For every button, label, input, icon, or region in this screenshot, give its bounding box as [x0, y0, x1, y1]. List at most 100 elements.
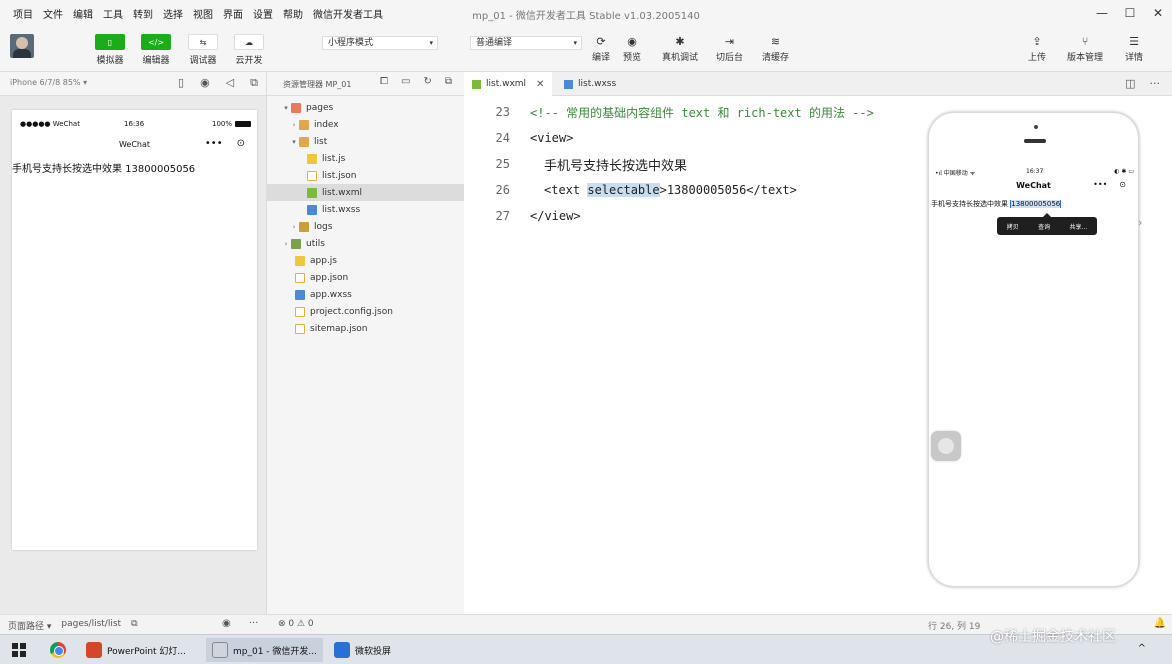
tree-item-list-json[interactable]: list.json	[267, 167, 465, 184]
close-button[interactable]: ✕	[1144, 0, 1172, 26]
menu-share[interactable]: 共享...	[1070, 222, 1088, 231]
tree-item-sitemap[interactable]: sitemap.json	[267, 320, 465, 337]
tray-expand-icon[interactable]: ^	[1138, 643, 1146, 654]
menu-lookup[interactable]: 查询	[1038, 222, 1050, 231]
tree-item-label: pages	[306, 102, 334, 113]
menu-edit[interactable]: 编辑	[68, 6, 98, 21]
page-path-label[interactable]: 页面路径 ▾	[8, 619, 51, 632]
more-icon[interactable]: •••	[1093, 180, 1107, 189]
tree-item-app-js[interactable]: app.js	[267, 252, 465, 269]
tree-item-index[interactable]: › index	[267, 116, 465, 133]
debugger-button[interactable]: ⇆ 调试器	[183, 34, 223, 66]
copy-icon[interactable]: ⧉	[131, 619, 137, 632]
tab-label: list.wxml	[486, 79, 527, 89]
background-label: 切后台	[716, 53, 744, 63]
error-count[interactable]: ⊗ 0 ⚠ 0	[278, 619, 314, 629]
menu-wechat-devtools[interactable]: 微信开发者工具	[308, 6, 388, 21]
cloud-icon: ☁	[234, 34, 264, 50]
tab-list-wxss[interactable]: list.wxss	[556, 72, 624, 96]
upload-button[interactable]: ⇪ 上传	[1028, 34, 1046, 63]
tab-list-wxml[interactable]: list.wxml ✕	[464, 72, 553, 96]
preview-content-text[interactable]: 手机号支持长按选中效果 13800005056	[931, 199, 1062, 209]
close-circle-icon[interactable]: ⊙	[1119, 180, 1126, 189]
phone-content-text[interactable]: 手机号支持长按选中效果 13800005056	[12, 160, 195, 175]
tree-item-list-wxml[interactable]: list.wxml	[267, 184, 465, 201]
preview-button[interactable]: ◉ 预览	[623, 34, 641, 63]
menu-copy[interactable]: 拷贝	[1007, 222, 1019, 231]
menu-view[interactable]: 视图	[188, 6, 218, 21]
folder-icon	[299, 136, 309, 147]
volume-icon[interactable]: ◁	[226, 76, 234, 90]
compile-select[interactable]: 普通编译 ▾	[470, 36, 582, 50]
minimize-button[interactable]: —	[1088, 0, 1116, 26]
eye-icon[interactable]: ◉	[222, 618, 231, 629]
editor-button[interactable]: </> 编辑器	[136, 34, 176, 66]
refresh-icon[interactable]: ↻	[423, 76, 431, 87]
chrome-icon[interactable]	[50, 642, 66, 658]
mode-select[interactable]: 小程序模式 ▾	[322, 36, 438, 50]
tree-item-list-js[interactable]: list.js	[267, 150, 465, 167]
maximize-button[interactable]: ☐	[1116, 0, 1144, 26]
compile-button[interactable]: ⟳ 编译	[592, 34, 610, 63]
menu-settings[interactable]: 设置	[248, 6, 278, 21]
taskbar-app-label: mp_01 - 微信开发...	[233, 646, 317, 657]
popout-icon[interactable]: ⧉	[250, 76, 258, 90]
tree-item-list[interactable]: ▾ list	[267, 133, 465, 150]
real-debug-button[interactable]: ✱ 真机调试	[662, 34, 698, 63]
chevron-down-icon: ▾	[573, 39, 577, 47]
line-number: 23	[495, 105, 510, 119]
tree-item-label: list.wxss	[322, 204, 361, 215]
menu-file[interactable]: 文件	[38, 6, 68, 21]
taskbar-app-powerpoint[interactable]: PowerPoint 幻灯...	[80, 638, 192, 662]
device-select[interactable]: iPhone 6/7/8 85% ▾	[10, 78, 87, 87]
simulator-screen[interactable]: ●●●●● WeChat 16:36 100% WeChat ••• ⊙ 手机号…	[12, 110, 257, 550]
menu-select[interactable]: 选择	[158, 6, 188, 21]
menu-project[interactable]: 项目	[8, 6, 38, 21]
split-editor-icon[interactable]: ◫	[1125, 77, 1135, 90]
close-icon[interactable]: ✕	[536, 79, 544, 90]
background-button[interactable]: ⇥ 切后台	[716, 34, 743, 63]
cloud-button[interactable]: ☁ 云开发	[229, 34, 269, 66]
record-icon[interactable]: ◉	[200, 76, 210, 90]
explorer-header: 资源管理器 MP_01 ⧠ ▭ ↻ ⧉	[266, 72, 464, 96]
tree-item-logs[interactable]: › logs	[267, 218, 465, 235]
toolbar: ▯ 模拟器 </> 编辑器 ⇆ 调试器 ☁ 云开发 小程序模式 ▾ 普通编译 ▾…	[0, 26, 1172, 72]
new-folder-icon[interactable]: ▭	[401, 76, 410, 87]
tree-item-app-wxss[interactable]: app.wxss	[267, 286, 465, 303]
bell-icon[interactable]: 🔔	[1154, 618, 1166, 629]
taskbar-app-screencast[interactable]: 微软投屏	[328, 638, 397, 662]
page-path-value: pages/list/list	[61, 619, 122, 629]
more-icon[interactable]: ···	[249, 618, 259, 629]
assistive-touch-button[interactable]	[931, 431, 961, 461]
menu-help[interactable]: 帮助	[278, 6, 308, 21]
preview-selected-number[interactable]: 13800005056	[1010, 200, 1062, 208]
upload-label: 上传	[1028, 53, 1047, 63]
tree-item-label: list	[314, 136, 328, 147]
chevron-right-icon[interactable]: ›	[1138, 216, 1142, 229]
tree-item-pages[interactable]: ▾ pages	[267, 99, 465, 116]
close-circle-icon[interactable]: ⊙	[237, 138, 245, 149]
tree-item-app-json[interactable]: app.json	[267, 269, 465, 286]
avatar[interactable]	[10, 34, 34, 58]
cursor-position[interactable]: 行 26, 列 19	[928, 619, 980, 632]
tree-item-list-wxss[interactable]: list.wxss	[267, 201, 465, 218]
windows-start-icon[interactable]	[12, 643, 26, 657]
simulator-button[interactable]: ▯ 模拟器	[90, 34, 130, 66]
line-number: 24	[495, 131, 510, 145]
menu-goto[interactable]: 转到	[128, 6, 158, 21]
more-icon[interactable]: ···	[1150, 77, 1161, 90]
more-icon[interactable]: •••	[205, 138, 223, 149]
version-button[interactable]: ⑂ 版本管理	[1067, 34, 1103, 63]
tree-item-utils[interactable]: › utils	[267, 235, 465, 252]
new-file-icon[interactable]: ⧠	[380, 76, 388, 87]
menu-interface[interactable]: 界面	[218, 6, 248, 21]
collapse-icon[interactable]: ⧉	[445, 76, 452, 87]
phone-icon[interactable]: ▯	[178, 76, 184, 90]
tree-item-label: index	[314, 119, 339, 130]
details-button[interactable]: ☰ 详情	[1125, 34, 1143, 63]
explorer-tools: ⧠ ▭ ↻ ⧉	[380, 76, 452, 87]
tree-item-project-config[interactable]: project.config.json	[267, 303, 465, 320]
taskbar-app-devtools[interactable]: mp_01 - 微信开发...	[206, 638, 323, 662]
clear-cache-button[interactable]: ≋ 清缓存	[762, 34, 789, 63]
menu-tools[interactable]: 工具	[98, 6, 128, 21]
